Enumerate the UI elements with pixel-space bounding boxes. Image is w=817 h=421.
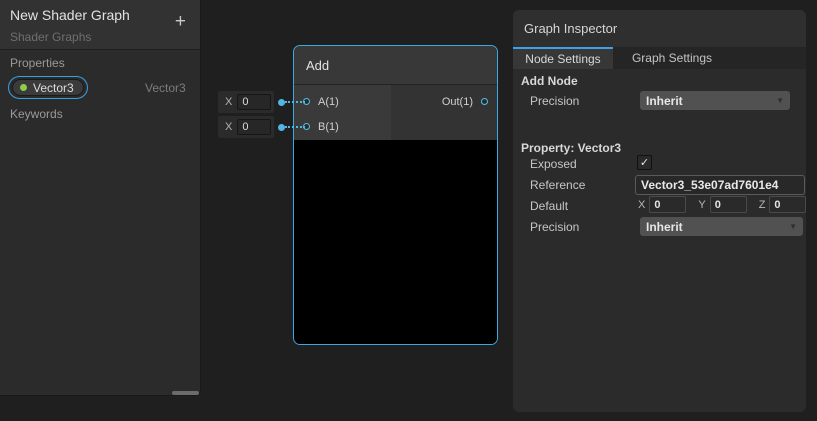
default-label: Default	[530, 199, 568, 213]
node-precision-label: Precision	[530, 94, 579, 108]
port-out-label: Out(1)	[442, 96, 473, 108]
y-axis-label: Y	[698, 199, 705, 211]
blackboard-title: New Shader Graph	[10, 7, 130, 23]
edge-dot-a	[278, 99, 285, 106]
inspector-title: Graph Inspector	[513, 10, 806, 47]
exposed-checkbox[interactable]: ✓	[637, 155, 652, 170]
node-precision-value: Inherit	[646, 94, 776, 108]
property-name: Vector3	[33, 81, 74, 95]
z-axis-label: Z	[759, 199, 766, 211]
port-value-widget-a: X	[218, 91, 274, 113]
input-port-row-b: B(1)	[294, 114, 391, 139]
chevron-down-icon: ▼	[776, 96, 784, 105]
tab-graph-settings[interactable]: Graph Settings	[613, 47, 731, 69]
property-precision-dropdown[interactable]: Inherit ▼	[640, 217, 803, 236]
section-label-keywords: Keywords	[10, 107, 63, 121]
port-value-input-b[interactable]	[237, 119, 271, 135]
tab-node-settings[interactable]: Node Settings	[513, 47, 613, 69]
x-axis-label: X	[638, 199, 645, 211]
input-ports-column: A(1) B(1)	[294, 85, 391, 140]
port-value-widget-b: X	[218, 116, 274, 138]
property-precision-label: Precision	[530, 220, 579, 234]
blackboard-header: New Shader Graph + Shader Graphs	[0, 0, 200, 50]
property-pill-inner: Vector3	[12, 79, 84, 96]
reference-label: Reference	[530, 178, 585, 192]
property-heading: Property: Vector3	[521, 141, 621, 155]
default-z-input[interactable]	[769, 196, 806, 213]
port-value-input-a[interactable]	[237, 94, 271, 110]
property-precision-value: Inherit	[646, 220, 789, 234]
graph-inspector-panel: Graph Inspector Node Settings Graph Sett…	[513, 10, 806, 412]
reference-input[interactable]	[635, 175, 805, 195]
input-port-row-a: A(1)	[294, 89, 391, 114]
port-b-label: B(1)	[318, 121, 339, 133]
default-vector-fields: X Y Z	[638, 196, 806, 213]
chevron-down-icon: ▼	[789, 222, 797, 231]
node-title[interactable]: Add	[294, 46, 497, 85]
property-color-dot	[20, 84, 27, 91]
blackboard-panel: New Shader Graph + Shader Graphs Propert…	[0, 0, 201, 396]
port-out-connector[interactable]	[481, 98, 488, 105]
inspector-body: Add Node Precision Inherit ▼ Property: V…	[513, 69, 806, 412]
node-preview	[294, 140, 497, 345]
add-node-heading: Add Node	[521, 74, 578, 88]
output-ports-column: Out(1)	[391, 85, 497, 140]
scrollbar-thumb[interactable]	[172, 391, 199, 395]
property-type-label: Vector3	[145, 81, 186, 95]
edge-dash-a	[285, 101, 305, 103]
default-x-input[interactable]	[649, 196, 686, 213]
section-label-properties: Properties	[10, 56, 65, 70]
property-pill-vector3[interactable]: Vector3	[8, 76, 88, 99]
node-precision-dropdown[interactable]: Inherit ▼	[640, 91, 790, 110]
output-port-row: Out(1)	[391, 89, 497, 114]
default-y-input[interactable]	[710, 196, 747, 213]
add-property-button[interactable]: +	[175, 12, 186, 31]
axis-label: X	[225, 96, 232, 108]
exposed-label: Exposed	[530, 157, 577, 171]
axis-label: X	[225, 121, 232, 133]
node-port-area: A(1) B(1) Out(1)	[294, 85, 497, 140]
add-node[interactable]: Add A(1) B(1) Out(1)	[293, 45, 498, 345]
inspector-tab-bar: Node Settings Graph Settings	[513, 47, 806, 69]
edge-dash-b	[285, 126, 305, 128]
edge-dot-b	[278, 124, 285, 131]
blackboard-subtitle: Shader Graphs	[10, 30, 91, 44]
port-a-label: A(1)	[318, 96, 339, 108]
